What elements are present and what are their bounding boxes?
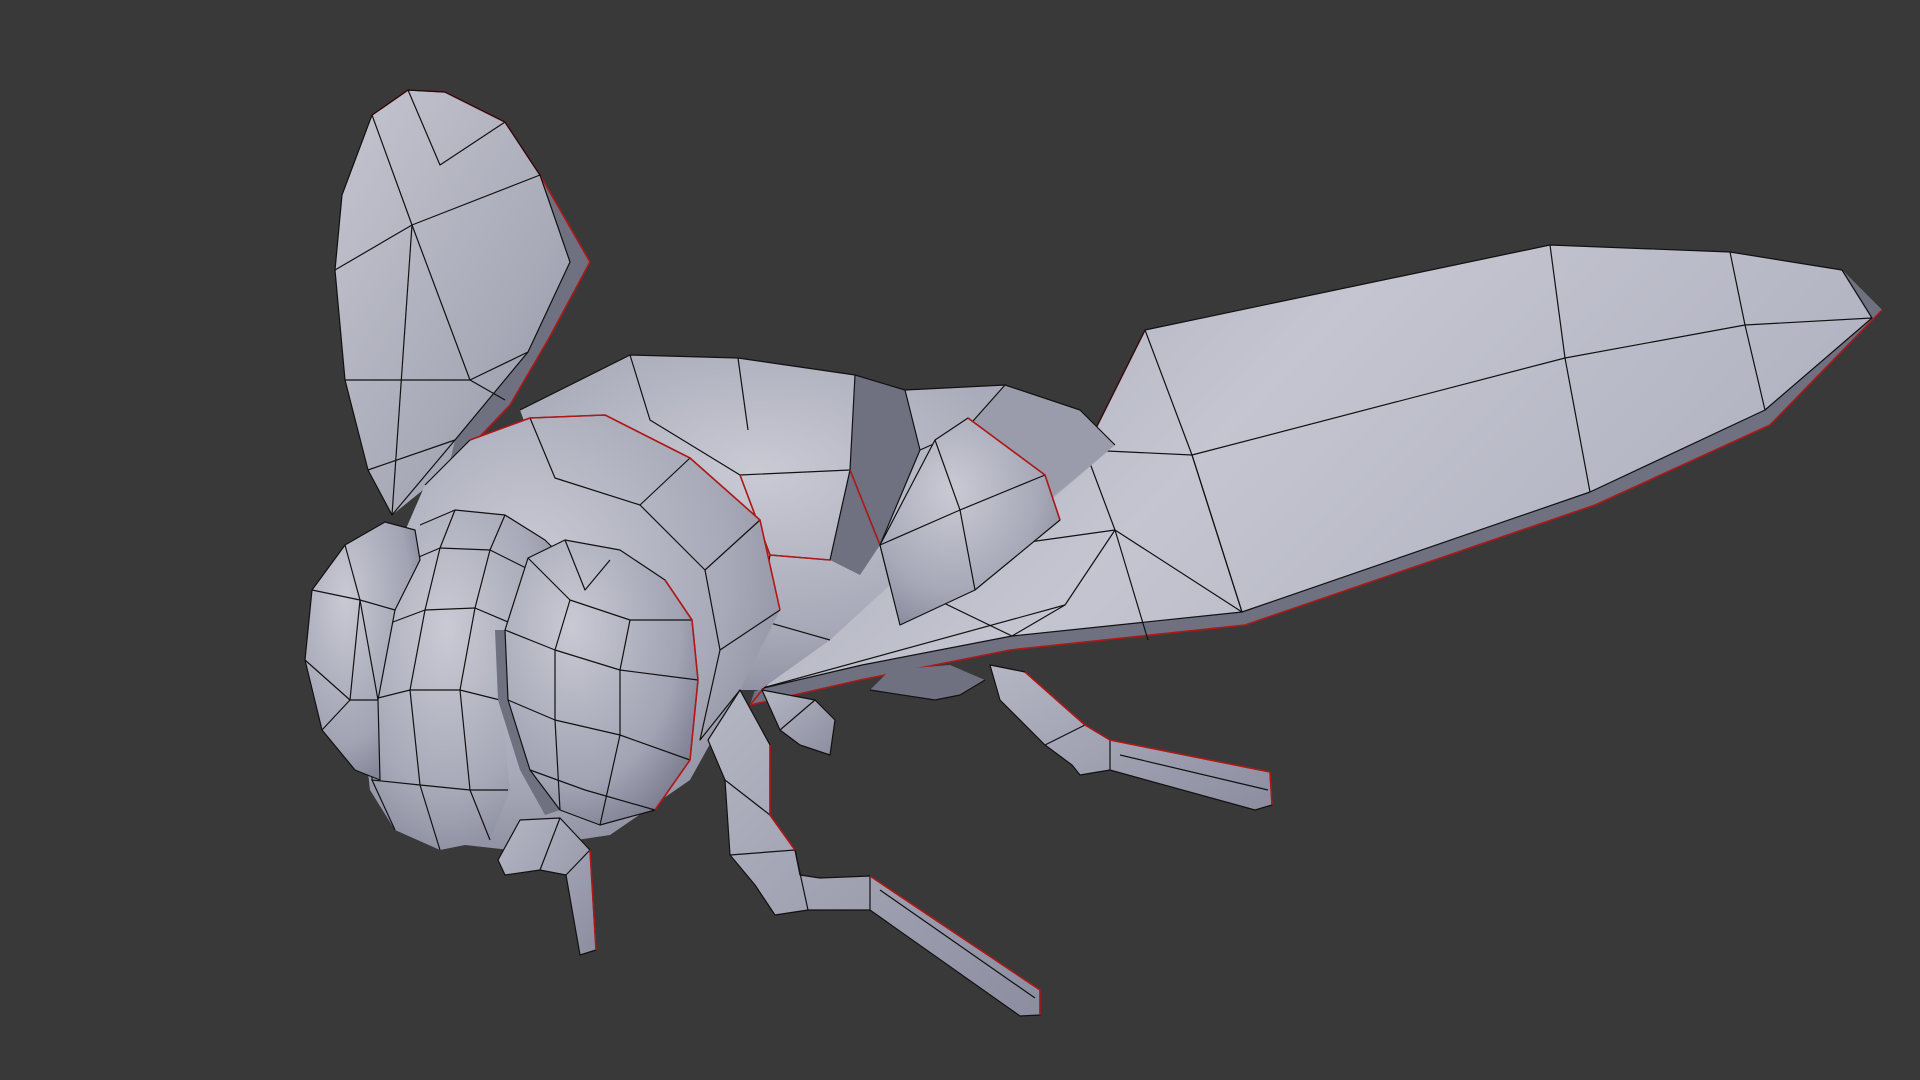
front-leg[interactable]	[707, 689, 1041, 1017]
bee-mesh[interactable]	[0, 0, 1920, 1080]
middle-leg[interactable]	[761, 689, 836, 756]
3d-viewport[interactable]	[0, 0, 1920, 1080]
hind-leg[interactable]	[989, 664, 1273, 811]
